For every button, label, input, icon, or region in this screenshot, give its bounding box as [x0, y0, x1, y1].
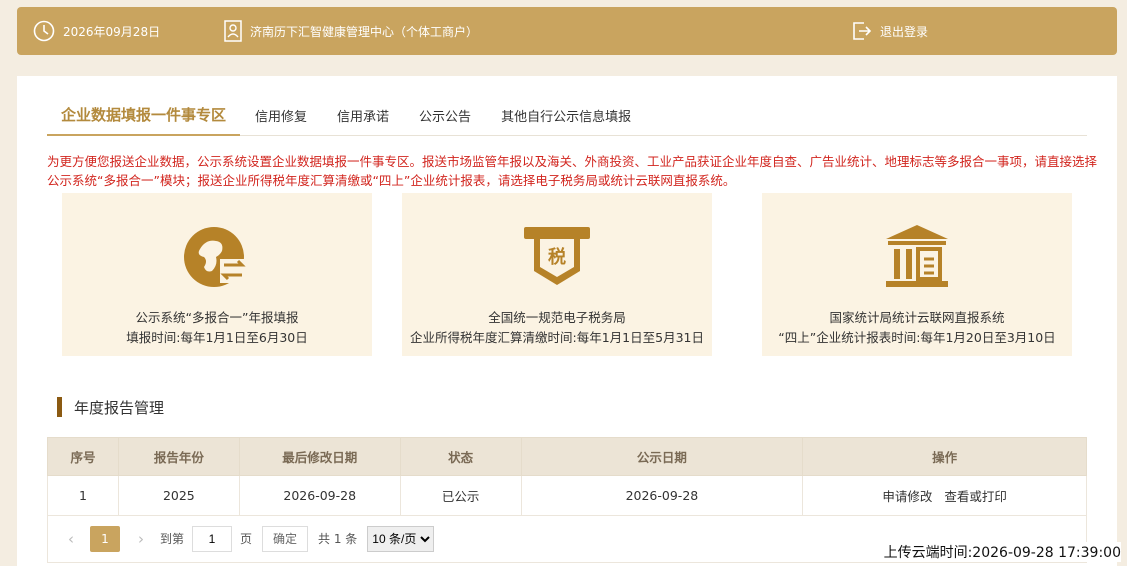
goto-confirm-button[interactable]: 确定 [262, 525, 309, 552]
upload-time: 上传云端时间:2026-09-28 17:39:00 [883, 542, 1121, 562]
card-period: “四上”企业统计报表时间:每年1月20日至3月10日 [778, 330, 1056, 345]
date-text: 2026年09月28日 [63, 24, 161, 39]
page-unit-label: 页 [240, 532, 253, 546]
table-row: 1 2025 2026-09-28 已公示 2026-09-28 申请修改 查看… [47, 475, 1087, 516]
goto-label: 到第 [160, 532, 185, 546]
col-header: 序号 [47, 437, 119, 476]
card-title: 公示系统“多报合一”年报填报 [135, 310, 299, 325]
card-period: 填报时间:每年1月1日至6月30日 [126, 330, 308, 345]
table-header-row: 序号 报告年份 最后修改日期 状态 公示日期 操作 [47, 437, 1087, 476]
card-statistics-system[interactable]: 国家统计局统计云联网直报系统 “四上”企业统计报表时间:每年1月20日至3月10… [762, 193, 1072, 356]
cell-modified: 2026-09-28 [238, 475, 401, 516]
tab-bar: 企业数据填报一件事专区 信用修复 信用承诺 公示公告 其他自行公示信息填报 [47, 100, 1087, 136]
clock-icon [33, 20, 55, 42]
tax-icon-label: 税 [548, 246, 566, 268]
tab-announcements[interactable]: 公示公告 [404, 100, 486, 136]
cell-year: 2025 [117, 475, 240, 516]
tab-enterprise-data[interactable]: 企业数据填报一件事专区 [47, 100, 241, 136]
card-title: 国家统计局统计云联网直报系统 [829, 310, 1005, 325]
card-e-tax-bureau[interactable]: 税 全国统一规范电子税务局 企业所得税年度汇算清缴时间:每年1月1日至5月31日 [402, 193, 712, 356]
card-public-system[interactable]: 公示系统“多报合一”年报填报 填报时间:每年1月1日至6月30日 [62, 193, 372, 356]
col-header: 报告年份 [117, 437, 240, 476]
logout-button[interactable]: 退出登录 [852, 7, 928, 55]
section-heading: 年度报告管理 [57, 397, 164, 417]
statistics-bureau-icon [882, 221, 952, 291]
view-print-link[interactable]: 查看或打印 [944, 489, 1007, 504]
org-name: 济南历下汇智健康管理中心（个体工商户） [250, 24, 479, 39]
cell-no: 1 [47, 475, 119, 516]
cell-status: 已公示 [399, 475, 522, 516]
next-page-icon[interactable]: › [134, 530, 148, 548]
logout-label: 退出登录 [880, 24, 929, 39]
top-bar: 2026年09月28日 济南历下汇智健康管理中心（个体工商户） 退出登录 [17, 7, 1117, 55]
goto-page-input[interactable] [192, 525, 233, 552]
cell-public-date: 2026-09-28 [520, 475, 804, 516]
org-display: 济南历下汇智健康管理中心（个体工商户） [224, 7, 478, 55]
col-header: 操作 [802, 437, 1087, 476]
date-display: 2026年09月28日 [33, 7, 160, 55]
card-title: 全国统一规范电子税务局 [488, 310, 626, 325]
tax-icon: 税 [522, 221, 592, 291]
card-group: 公示系统“多报合一”年报填报 填报时间:每年1月1日至6月30日 税 全国统一规… [62, 193, 1072, 356]
total-count: 共 1 条 [318, 532, 358, 546]
col-header: 公示日期 [520, 437, 804, 476]
notice-text: 为更方便您报送企业数据，公示系统设置企业数据填报一件事专区。报送市场监管年报以及… [47, 154, 1098, 188]
page-number-current[interactable]: 1 [90, 525, 120, 552]
tab-credit-commitment[interactable]: 信用承诺 [322, 100, 404, 136]
card-period: 企业所得税年度汇算清缴时间:每年1月1日至5月31日 [410, 330, 704, 345]
prev-page-icon[interactable]: ‹ [64, 530, 78, 548]
section-title-text: 年度报告管理 [74, 398, 165, 417]
logout-icon [852, 20, 872, 42]
annual-report-table: 序号 报告年份 最后修改日期 状态 公示日期 操作 1 2025 2026-09… [47, 437, 1087, 516]
col-header: 状态 [399, 437, 522, 476]
page-size-select[interactable]: 10 条/页 [367, 525, 435, 552]
main-panel: 企业数据填报一件事专区 信用修复 信用承诺 公示公告 其他自行公示信息填报 为更… [17, 76, 1117, 566]
apply-modify-link[interactable]: 申请修改 [882, 489, 932, 504]
col-header: 最后修改日期 [238, 437, 401, 476]
public-system-icon [182, 221, 252, 291]
cell-actions: 申请修改 查看或打印 [802, 475, 1087, 516]
tab-credit-repair[interactable]: 信用修复 [240, 100, 322, 136]
section-marker [57, 397, 62, 417]
org-icon [224, 20, 242, 42]
tab-other-disclosure[interactable]: 其他自行公示信息填报 [486, 100, 646, 136]
